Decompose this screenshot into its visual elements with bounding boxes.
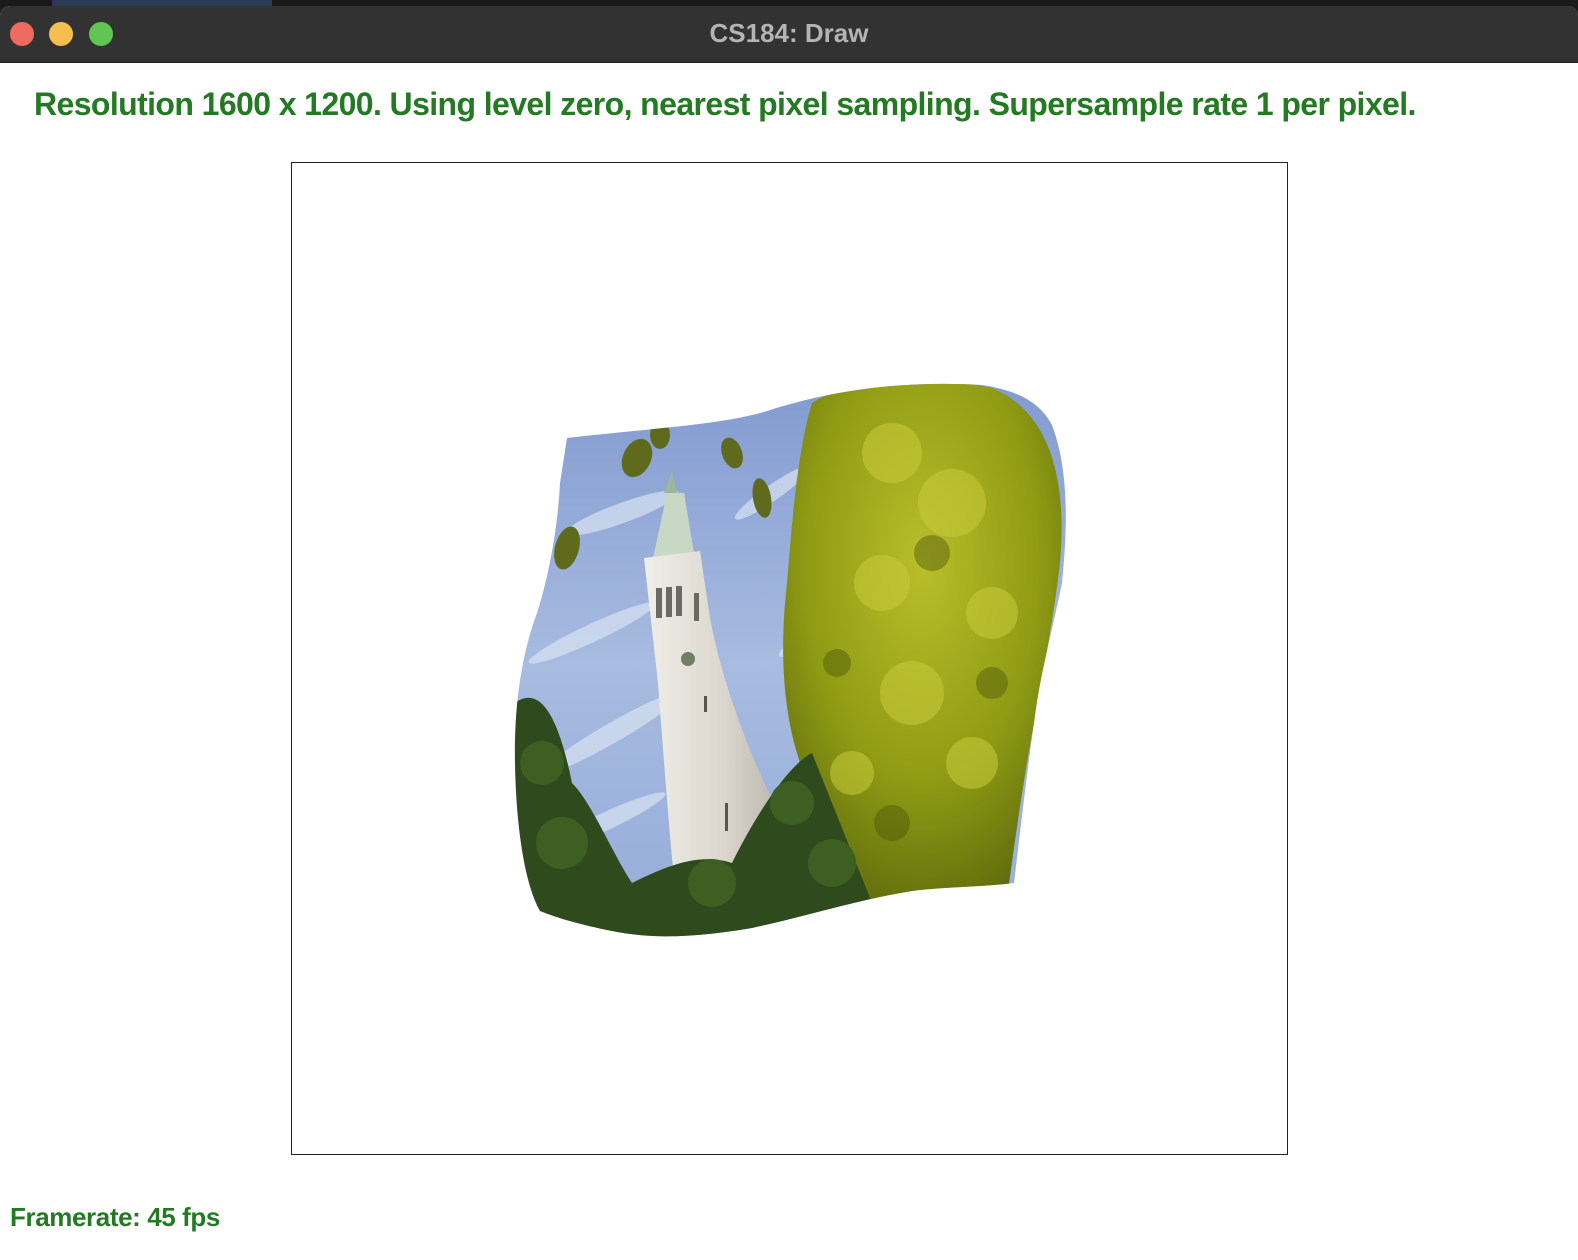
framerate-text: Framerate: 45 fps xyxy=(10,1202,220,1232)
top-strip xyxy=(52,0,272,6)
title-bar[interactable]: CS184: Draw xyxy=(0,6,1578,63)
app-window: CS184: Draw Resolution 1600 x 1200. Usin… xyxy=(0,6,1578,1260)
window-title: CS184: Draw xyxy=(709,18,869,48)
draw-canvas[interactable] xyxy=(291,162,1288,1155)
render-status-text: Resolution 1600 x 1200. Using level zero… xyxy=(34,86,1416,122)
warped-texture-image xyxy=(514,383,1066,937)
